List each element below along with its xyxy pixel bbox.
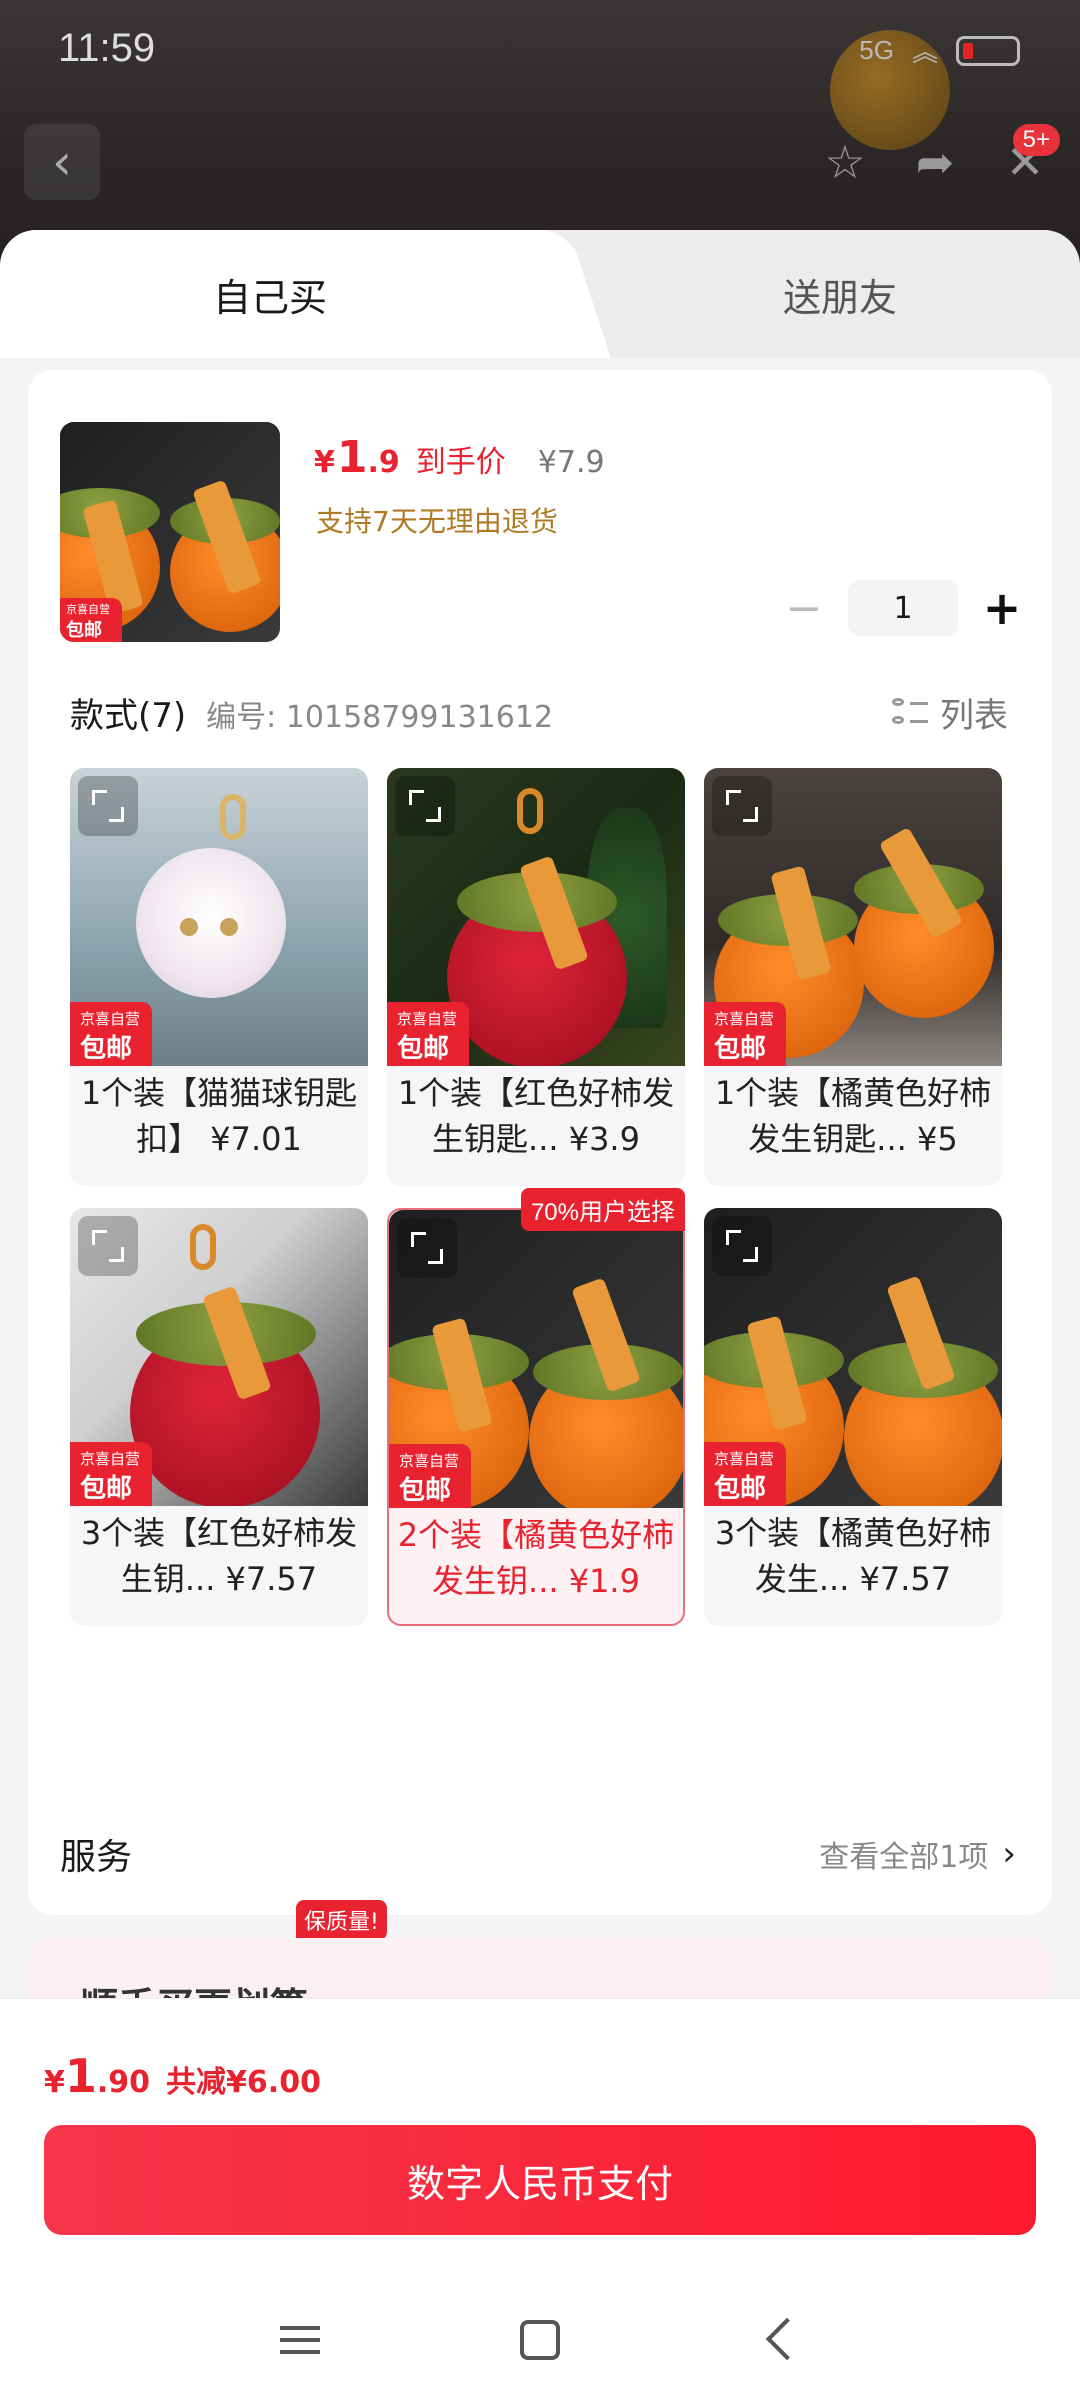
quantity-value[interactable]: 1 xyxy=(848,580,958,636)
price-integer: 1 xyxy=(336,432,368,483)
star-icon[interactable]: ☆ xyxy=(810,127,880,197)
signal-icon: 5G xyxy=(859,35,894,65)
status-time: 11:59 xyxy=(58,26,156,70)
shipping-badge: 京喜自营 包邮 xyxy=(704,1442,786,1506)
checkout-bar: ¥ 1 .90 共减¥6.00 数字人民币支付 xyxy=(0,1998,1080,2400)
total-saving: 共减¥6.00 xyxy=(166,2065,321,2100)
style-grid: 京喜自营 包邮 1个装【猫猫球钥匙扣】 ¥7.01 京喜自营 包邮 1个装【红色… xyxy=(70,768,1010,1626)
shipping-badge-big: 包邮 xyxy=(714,1474,767,1504)
shipping-badge-small: 京喜自营 xyxy=(66,603,110,616)
view-all-services-label: 查看全部1项 xyxy=(819,1840,989,1875)
shipping-badge-big: 包邮 xyxy=(399,1476,452,1506)
shipping-badge-big: 包邮 xyxy=(80,1474,133,1504)
expand-icon[interactable] xyxy=(78,776,138,836)
shipping-badge: 京喜自营 包邮 xyxy=(60,598,122,642)
system-nav-bar xyxy=(0,2279,1080,2400)
style-option[interactable]: 京喜自营 包邮 1个装【猫猫球钥匙扣】 ¥7.01 xyxy=(70,768,368,1186)
style-label: 3个装【红色好柿发生钥... ¥7.57 xyxy=(80,1514,358,1598)
shipping-badge: 京喜自营 包邮 xyxy=(387,1002,469,1066)
original-price: ¥7.9 xyxy=(537,445,605,480)
price-row: ¥ 1 .9 到手价 ¥7.9 xyxy=(314,432,605,483)
total-decimal: .90 xyxy=(96,2065,151,2100)
chevron-right-icon: › xyxy=(1002,1834,1016,1874)
tab-buy-self[interactable]: 自己买 xyxy=(0,230,540,358)
product-thumbnail[interactable]: 京喜自营 包邮 xyxy=(60,422,280,642)
style-option[interactable]: 京喜自营 包邮 3个装【红色好柿发生钥... ¥7.57 xyxy=(70,1208,368,1626)
pay-button[interactable]: 数字人民币支付 xyxy=(44,2125,1036,2235)
sku-number: 编号: 10158799131612 xyxy=(206,700,554,735)
purchase-tabs: 送朋友 自己买 xyxy=(0,230,1080,358)
list-icon xyxy=(892,696,928,730)
product-card: 京喜自营 包邮 ¥ 1 .9 到手价 ¥7.9 支持7天无理由退货 − 1 + … xyxy=(28,370,1052,2008)
expand-icon[interactable] xyxy=(712,1216,772,1276)
list-view-toggle[interactable]: 列表 xyxy=(892,688,1008,737)
popular-choice-badge: 70%用户选择 xyxy=(520,1188,685,1231)
style-option[interactable]: 京喜自营 包邮 3个装【橘黄色好柿发生... ¥7.57 xyxy=(704,1208,1002,1626)
final-price-label: 到手价 xyxy=(415,445,506,480)
style-option[interactable]: 京喜自营 包邮 1个装【橘黄色好柿发生钥匙... ¥5 xyxy=(704,768,1002,1186)
style-image: 京喜自营 包邮 xyxy=(387,768,685,1066)
increase-quantity-button[interactable]: + xyxy=(972,580,1032,636)
total-integer: 1 xyxy=(64,2049,97,2103)
return-policy: 支持7天无理由退货 xyxy=(316,505,558,538)
shipping-badge-small: 京喜自营 xyxy=(399,1452,460,1470)
share-icon[interactable]: ➦ xyxy=(900,127,970,197)
quantity-stepper: − 1 + xyxy=(774,580,1032,636)
menu-icon[interactable] xyxy=(270,2310,330,2370)
style-image: 京喜自营 包邮 xyxy=(70,1208,368,1506)
style-label: 1个装【猫猫球钥匙扣】 ¥7.01 xyxy=(80,1074,358,1158)
shipping-badge-small: 京喜自营 xyxy=(80,1010,141,1028)
back-button[interactable]: ‹ xyxy=(24,124,100,200)
tab-gift-friend[interactable]: 送朋友 xyxy=(540,230,1080,358)
shipping-badge-big: 包邮 xyxy=(80,1034,133,1064)
tab-buy-self-label: 自己买 xyxy=(212,275,327,320)
list-view-label: 列表 xyxy=(940,696,1008,736)
style-label: 3个装【橘黄色好柿发生... ¥7.57 xyxy=(714,1514,992,1598)
style-image: 京喜自营 包邮 xyxy=(70,768,368,1066)
style-image: 京喜自营 包邮 xyxy=(389,1210,683,1508)
battery-icon xyxy=(956,35,1020,66)
shipping-badge: 京喜自营 包邮 xyxy=(70,1442,152,1506)
expand-icon[interactable] xyxy=(395,776,455,836)
shipping-badge-big: 包邮 xyxy=(66,620,102,641)
status-bar: 11:59 5G ︽ xyxy=(0,0,1080,100)
shipping-badge-big: 包邮 xyxy=(397,1034,450,1064)
shipping-badge-small: 京喜自营 xyxy=(397,1010,458,1028)
style-label: 2个装【橘黄色好柿发生钥... ¥1.9 xyxy=(397,1516,675,1600)
service-title: 服务 xyxy=(60,1837,133,1878)
shipping-badge-small: 京喜自营 xyxy=(80,1450,141,1468)
price-currency: ¥ xyxy=(314,445,335,480)
purchase-sheet: 送朋友 自己买 京喜自营 包邮 ¥ 1 .9 到手价 ¥7.9 支持7天无理由退… xyxy=(0,230,1080,2400)
service-badge: 保质量! xyxy=(296,1900,387,1940)
style-header: 款式(7) 编号: 10158799131612 xyxy=(70,688,553,737)
style-image: 京喜自营 包邮 xyxy=(704,1208,1002,1506)
style-option[interactable]: 京喜自营 包邮 1个装【红色好柿发生钥匙... ¥3.9 xyxy=(387,768,685,1186)
back-nav-icon[interactable] xyxy=(750,2310,810,2370)
view-all-services-link[interactable]: 查看全部1项 › xyxy=(819,1832,1016,1876)
status-icons: 5G ︽ xyxy=(859,32,1020,69)
total-currency: ¥ xyxy=(44,2065,65,2100)
style-image: 京喜自营 包邮 xyxy=(704,768,1002,1066)
wifi-icon: ︽ xyxy=(911,37,938,67)
home-icon[interactable] xyxy=(510,2310,570,2370)
price-decimal: .9 xyxy=(367,445,400,480)
style-title: 款式(7) xyxy=(70,696,187,736)
style-option-selected[interactable]: 70%用户选择 京喜自营 包邮 2个装【橘黄色好柿发生钥... ¥1.9 xyxy=(387,1188,685,1626)
total-price: ¥ 1 .90 共减¥6.00 xyxy=(44,2049,321,2103)
notification-badge: 5+ xyxy=(1012,124,1060,156)
expand-icon[interactable] xyxy=(712,776,772,836)
expand-icon[interactable] xyxy=(397,1218,457,1278)
shipping-badge: 京喜自营 包邮 xyxy=(704,1002,786,1066)
shipping-badge: 京喜自营 包邮 xyxy=(70,1002,152,1066)
shipping-badge-big: 包邮 xyxy=(714,1034,767,1064)
shipping-badge-small: 京喜自营 xyxy=(714,1010,775,1028)
decrease-quantity-button[interactable]: − xyxy=(774,580,834,636)
style-label: 1个装【红色好柿发生钥匙... ¥3.9 xyxy=(397,1074,675,1158)
shipping-badge-small: 京喜自营 xyxy=(714,1450,775,1468)
style-label: 1个装【橘黄色好柿发生钥匙... ¥5 xyxy=(714,1074,992,1158)
shipping-badge: 京喜自营 包邮 xyxy=(389,1444,471,1508)
expand-icon[interactable] xyxy=(78,1216,138,1276)
